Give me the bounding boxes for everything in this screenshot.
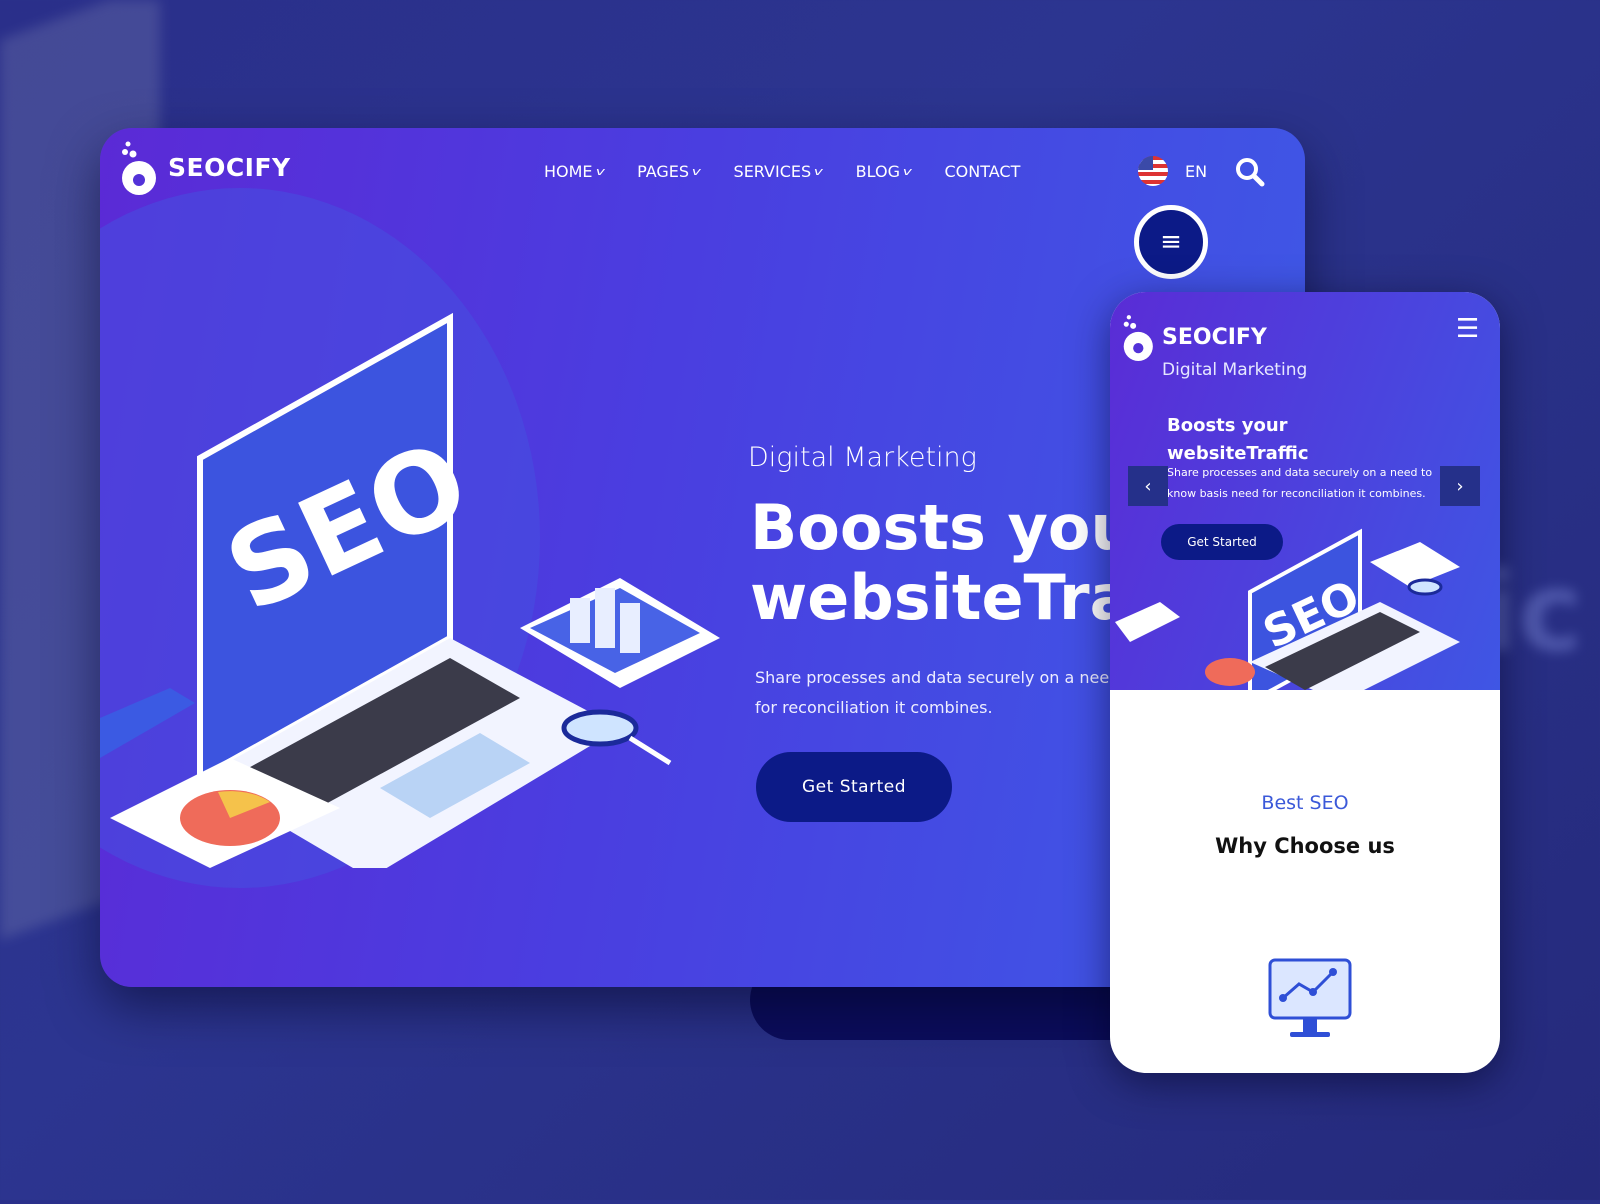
chevron-down-icon: v	[813, 165, 823, 178]
nav-item-home[interactable]: HOME v	[544, 162, 605, 181]
nav-item-blog[interactable]: BLOG v	[855, 162, 912, 181]
nav-item-services[interactable]: SERVICES v	[733, 162, 823, 181]
chevron-right-icon: ›	[1456, 475, 1464, 497]
hamburger-icon[interactable]: ☰	[1456, 314, 1479, 344]
slider-next-button[interactable]: ›	[1440, 466, 1480, 506]
us-flag-icon	[1138, 156, 1168, 186]
nav-label: PAGES	[637, 162, 690, 181]
nav-item-pages[interactable]: PAGES v	[637, 162, 701, 181]
mobile-tagline: Digital Marketing	[1162, 360, 1308, 380]
seo-laptop-illustration: SEO	[100, 312, 720, 868]
chevron-left-icon: ‹	[1144, 475, 1152, 497]
nav-label: SERVICES	[733, 162, 812, 181]
mobile-hero: SEOCIFY Digital Marketing ☰ SEO Boosts y…	[1110, 292, 1500, 690]
logo-icon	[122, 141, 156, 195]
hamburger-menu-button[interactable]: ≡	[1134, 205, 1208, 279]
language-label: EN	[1185, 161, 1208, 181]
mobile-preview: SEOCIFY Digital Marketing ☰ SEO Boosts y…	[1110, 292, 1500, 1073]
brand-name: SEOCIFY	[168, 152, 291, 182]
brand-name: SEOCIFY	[1162, 324, 1267, 350]
nav-label: BLOG	[855, 162, 900, 181]
hamburger-icon: ≡	[1160, 227, 1182, 257]
mobile-hero-paragraph: Share processes and data securely on a n…	[1167, 462, 1432, 504]
chevron-down-icon: v	[595, 165, 605, 178]
mobile-logo[interactable]: SEOCIFY	[1122, 312, 1267, 362]
mobile-hero-title: Boosts your websiteTraffic	[1167, 412, 1309, 468]
logo[interactable]: SEOCIFY	[120, 138, 291, 196]
nav-item-contact[interactable]: CONTACT	[944, 162, 1020, 181]
paragraph-line: know basis need for reconciliation it co…	[1167, 487, 1426, 500]
slider-prev-button[interactable]: ‹	[1128, 466, 1168, 506]
section-title: Why Choose us	[1215, 834, 1395, 858]
mobile-get-started-button[interactable]: Get Started	[1161, 524, 1283, 560]
nav-label: HOME	[544, 162, 593, 181]
paragraph-line: Share processes and data securely on a n…	[1167, 466, 1433, 479]
hero-subtitle: Digital Marketing	[748, 442, 977, 473]
chevron-down-icon: v	[902, 165, 912, 178]
search-icon[interactable]	[1234, 156, 1266, 188]
chevron-down-icon: v	[691, 165, 701, 178]
language-selector[interactable]: EN	[1138, 156, 1207, 186]
main-nav: HOME v PAGES v SERVICES v BLOG v CONTACT	[544, 162, 1020, 181]
title-line: Boosts your	[1167, 415, 1288, 436]
get-started-button[interactable]: Get Started	[756, 752, 952, 822]
analytics-monitor-icon	[1268, 958, 1352, 1037]
section-kicker: Best SEO	[1261, 792, 1349, 814]
logo-icon	[1123, 315, 1153, 361]
